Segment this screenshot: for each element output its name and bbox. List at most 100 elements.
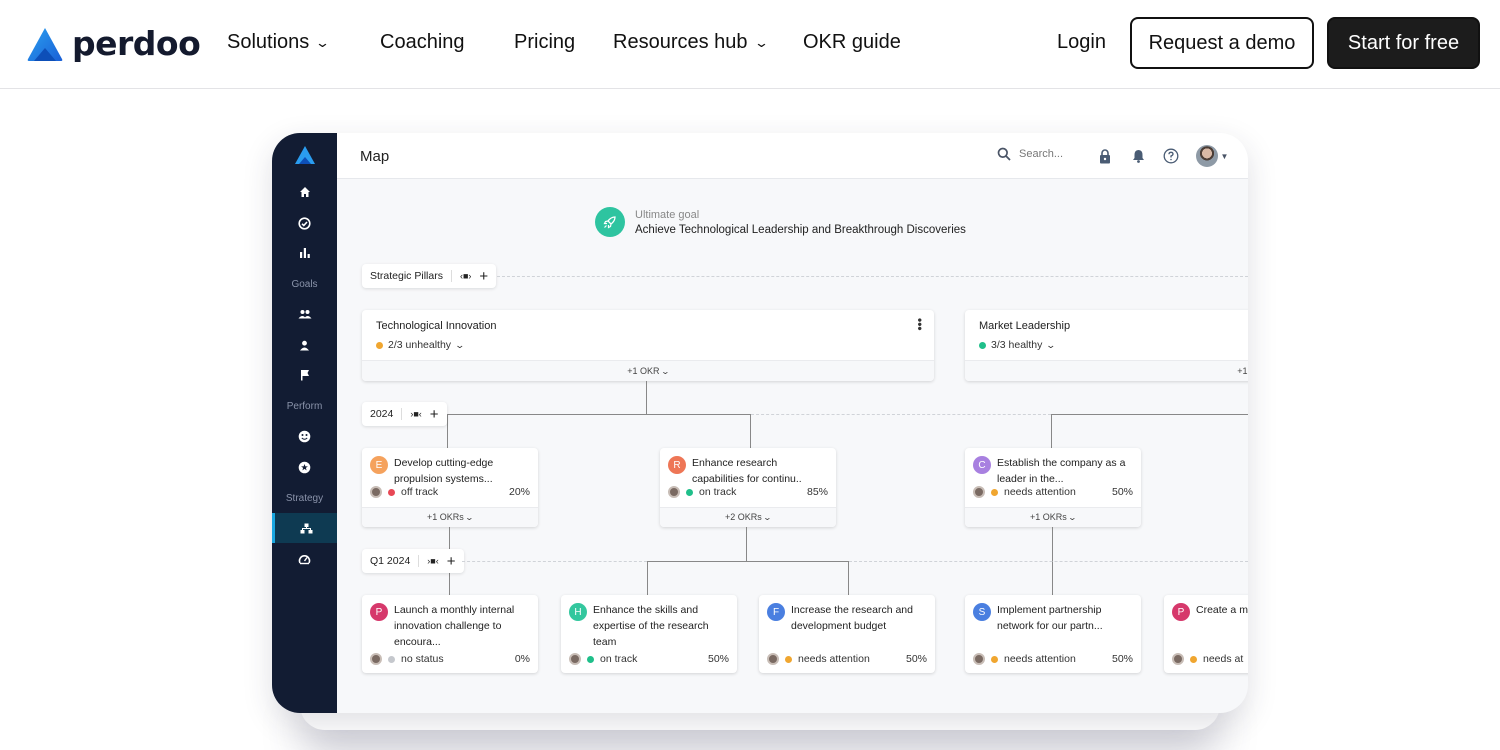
star-badge-icon[interactable] [272,453,337,481]
feedback-face-icon[interactable] [272,422,337,450]
chevron-down-icon: ⌄ [464,513,475,522]
check-circle-icon[interactable] [272,209,337,237]
goal-status-row: needs attention 50% [767,653,927,665]
nav-resources-hub[interactable]: Resources hub ⌄ [613,31,769,54]
connector-line [646,381,647,414]
goal-card[interactable]: C Establish the company as a leader in th… [965,448,1141,527]
chevron-down-icon: ⌄ [1045,339,1057,350]
connector-line [750,414,751,448]
avatar [668,486,680,498]
chevron-down-icon: ⌄ [753,34,769,50]
okr-expander-text: +1 OKRs [427,512,464,522]
goal-card[interactable]: R Enhance research capabilities for conti… [660,448,836,527]
status-dot [686,488,693,496]
okr-expander[interactable]: +1 OKRs ⌄ [362,507,538,527]
goal-owner-initial: C [973,456,991,474]
nav-pricing-label: Pricing [514,31,576,53]
goal-owner-initial: P [370,603,388,621]
strategy-map-icon[interactable] [272,513,337,543]
nav-solutions[interactable]: Solutions ⌄ [227,31,330,54]
goal-owner-initial: S [973,603,991,621]
nav-coaching[interactable]: Coaching [380,31,465,54]
goal-card[interactable]: S Implement partnership network for our p… [965,595,1141,673]
row-label-year[interactable]: 2024 ›■‹ + [362,402,447,426]
collapse-toggle-icon[interactable]: ›■‹ [410,409,421,419]
goal-owner-initial: F [767,603,785,621]
row-divider [497,276,1248,277]
help-icon[interactable] [1162,147,1180,165]
search-input[interactable]: Search... [997,147,1063,161]
team-icon[interactable] [272,300,337,328]
collapse-toggle-icon[interactable]: ‹■› [460,271,471,281]
ultimate-goal-title: Achieve Technological Leadership and Bre… [635,223,966,236]
avatar [370,653,382,665]
avatar [767,653,779,665]
connector-line [848,561,849,595]
bar-chart-icon[interactable] [272,239,337,267]
ultimate-goal[interactable]: Ultimate goal Achieve Technological Lead… [595,207,966,237]
brand-logo[interactable]: perdoo [26,24,201,63]
nav-pricing[interactable]: Pricing [514,31,575,54]
okr-expander[interactable]: +2 OKRs ⌄ [660,507,836,527]
pillar-status[interactable]: 3/3 healthy ⌄ [979,339,1057,351]
request-demo-button[interactable]: Request a demo [1130,17,1314,69]
app-preview: Goals Perform Strategy Map Search... ▼ U… [272,133,1248,713]
app-sidebar: Goals Perform Strategy [272,133,337,713]
goal-status: needs at [1203,653,1244,665]
pillar-card[interactable]: Technological Innovation 2/3 unhealthy ⌄ … [362,310,934,381]
goal-title: Enhance the skills and expertise of the … [593,604,709,648]
goal-card[interactable]: E Develop cutting-edge propulsion systems… [362,448,538,527]
ultimate-goal-label: Ultimate goal [635,208,700,221]
pillar-status[interactable]: 2/3 unhealthy ⌄ [376,339,466,351]
row-label-strategic-pillars[interactable]: Strategic Pillars ‹■› + [362,264,497,288]
dashboard-gauge-icon[interactable] [272,545,337,573]
pillar-card[interactable]: Market Leadership 3/3 healthy⌄ +1 O [965,310,1248,381]
okr-expander-text: +1 OKRs [1030,512,1067,522]
goal-card[interactable]: H Enhance the skills and expertise of the… [561,595,737,673]
goal-card[interactable]: P Launch a monthly internal innovation ch… [362,595,538,673]
chevron-down-icon: ⌄ [454,339,466,350]
more-options-icon[interactable]: ••• [913,318,927,331]
nav-solutions-label: Solutions [227,31,310,53]
goal-card[interactable]: P Create a m oriented cu needs at [1164,595,1248,673]
goal-title: Establish the company as a leader in the… [997,457,1126,485]
okr-expander[interactable]: +1 OKRs ⌄ [965,507,1141,527]
search-placeholder: Search... [1019,148,1064,160]
home-icon[interactable] [272,178,337,206]
avatar [1195,145,1218,167]
lock-icon[interactable] [1096,147,1114,165]
login-link[interactable]: Login [1057,31,1106,54]
goal-status: off track [401,486,439,498]
goal-card[interactable]: F Increase the research and development b… [759,595,935,673]
pillar-title: Market Leadership [979,320,1071,332]
goal-status-row: needs attention 50% [973,653,1133,665]
connector-line [1051,414,1052,448]
pillar-okr-expander[interactable]: +1 OKR ⌄ [362,360,934,381]
status-dot [388,488,395,496]
flag-icon[interactable] [272,361,337,389]
user-avatar-menu[interactable]: ▼ [1195,145,1229,167]
bell-icon[interactable] [1129,147,1147,165]
brand-name: perdoo [72,24,201,63]
add-icon[interactable]: + [447,554,456,569]
status-dot [991,655,998,663]
nav-coaching-label: Coaching [380,31,465,53]
sidebar-section-perform: Perform [286,401,323,412]
user-icon[interactable] [272,331,337,359]
goal-progress: 50% [1111,653,1133,665]
add-icon[interactable]: + [479,269,488,284]
goal-status-row: on track 50% [569,653,729,665]
goal-title: Launch a monthly internal innovation cha… [394,604,515,648]
goal-progress: 50% [707,653,729,665]
row-divider [849,561,1248,562]
pillar-status-text: 2/3 unhealthy [388,339,452,351]
collapse-toggle-icon[interactable]: ›■‹ [427,556,438,566]
goal-progress: 50% [1111,486,1133,498]
pillar-okr-expander[interactable]: +1 O [965,360,1248,381]
strategy-map-canvas[interactable]: Ultimate goal Achieve Technological Lead… [337,179,1248,713]
row-label-quarter[interactable]: Q1 2024 ›■‹ + [362,549,464,573]
connector-line [447,414,448,448]
start-free-button[interactable]: Start for free [1327,17,1480,69]
nav-okr-guide[interactable]: OKR guide [803,31,901,54]
add-icon[interactable]: + [430,407,439,422]
